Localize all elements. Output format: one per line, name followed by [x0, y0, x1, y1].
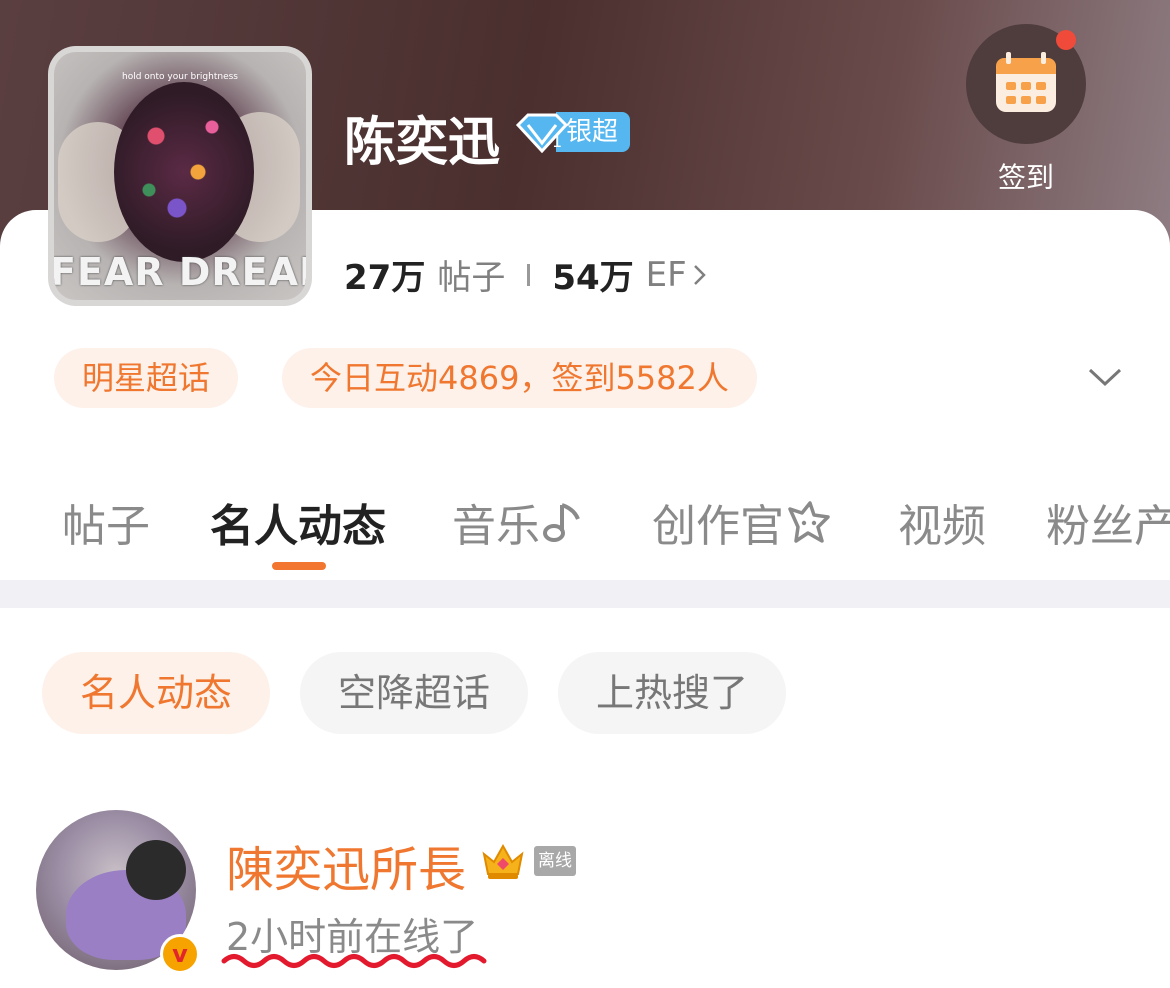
tab-celebrity-updates[interactable]: 名人动态 — [210, 490, 386, 554]
notification-dot — [1056, 30, 1076, 50]
tab-videos[interactable]: 视频 — [898, 490, 986, 554]
post-username[interactable]: 陳奕迅所長 — [226, 830, 466, 900]
topic-cover-image[interactable]: hold onto your brightness FEAR DREAMS — [48, 46, 312, 306]
chevron-right-icon — [693, 264, 706, 285]
diamond-icon: 1 — [514, 111, 570, 154]
filter-celebrity-updates[interactable]: 名人动态 — [42, 652, 271, 734]
crown-icon — [482, 843, 524, 879]
music-note-icon — [543, 503, 580, 542]
verified-badge: v — [160, 934, 200, 974]
red-wavy-underline — [221, 954, 487, 968]
ef-label: EF — [645, 254, 687, 295]
stats-separator — [527, 263, 531, 286]
tab-bar: 帖子 名人动态 音乐 创作官 视频 粉丝产 — [0, 480, 1170, 580]
checkin-label: 签到 — [997, 161, 1054, 194]
svg-text:1: 1 — [552, 132, 562, 151]
tab-creator[interactable]: 创作官 — [652, 490, 832, 554]
silver-super-badge[interactable]: 1 银超 — [514, 111, 631, 154]
cover-title: FEAR DREAMS — [54, 250, 306, 294]
chevron-down-icon[interactable] — [1086, 360, 1124, 394]
posts-label: 帖子 — [437, 258, 506, 298]
offline-badge: 离线 — [534, 846, 576, 876]
cover-top-text: hold onto your brightness — [122, 72, 238, 82]
activity-tag[interactable]: 今日互动4869，签到5582人 — [282, 348, 757, 408]
tab-posts[interactable]: 帖子 — [62, 490, 150, 554]
topic-name: 陈奕迅 — [344, 113, 501, 173]
ef-count: 54万 — [552, 258, 634, 298]
tab-fan-works[interactable]: 粉丝产 — [1046, 490, 1170, 554]
category-tag[interactable]: 明星超话 — [54, 348, 239, 408]
star-cat-icon — [788, 501, 830, 543]
tab-music[interactable]: 音乐 — [452, 490, 584, 554]
filter-trending[interactable]: 上热搜了 — [558, 652, 787, 734]
topic-stats[interactable]: 27万 帖子 54万 EF — [344, 250, 709, 299]
section-divider — [0, 580, 1170, 608]
checkin-button[interactable]: 签到 — [966, 24, 1086, 196]
active-tab-indicator — [272, 562, 326, 570]
posts-count: 27万 — [344, 258, 426, 298]
filter-airdrop[interactable]: 空降超话 — [300, 652, 529, 734]
